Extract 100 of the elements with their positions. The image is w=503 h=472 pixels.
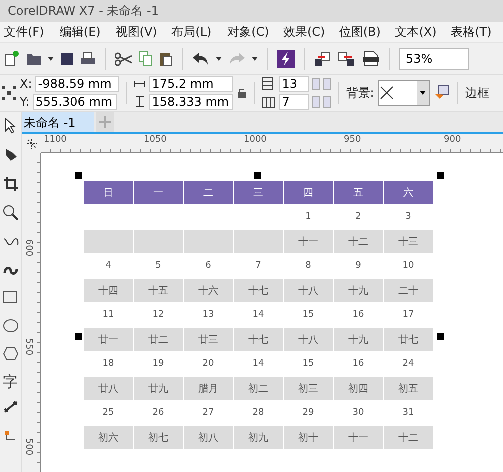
lunar-date-cell: 初五 <box>384 377 433 400</box>
lunar-date-cell: 十九 <box>334 328 383 351</box>
lunar-date-cell: 十八 <box>284 279 333 302</box>
selection-handle[interactable] <box>75 172 82 179</box>
pdf-icon[interactable] <box>362 50 380 66</box>
lunar-date-cell: 十三 <box>384 230 433 253</box>
x-position-field[interactable]: -988.59 mm <box>35 76 120 92</box>
text-tool[interactable]: 字 <box>3 374 18 390</box>
fill-dialog-icon[interactable] <box>434 85 450 101</box>
pointer-icon[interactable] <box>4 118 18 134</box>
scissors-icon[interactable] <box>115 52 133 66</box>
lunar-date-cell: 十七 <box>234 279 283 302</box>
date-number: 12 <box>152 310 164 320</box>
weekday-header-cell: 五 <box>334 181 383 204</box>
lunar-date-cell: 十一 <box>334 426 383 449</box>
width-icon[interactable] <box>134 79 146 89</box>
date-number: 17 <box>402 310 414 320</box>
ruler-origin-icon[interactable] <box>26 138 38 150</box>
menu-item[interactable]: 表格(T) <box>447 24 503 40</box>
document-tab[interactable]: 未命名 -1 <box>22 112 94 132</box>
export-icon[interactable] <box>338 50 356 66</box>
menu-item[interactable]: 对象(C) <box>224 24 280 40</box>
lunar-date-cell: 十四 <box>84 279 133 302</box>
y-label: Y: <box>20 95 30 109</box>
ruler-label: 600 <box>24 239 34 257</box>
hexagon-icon[interactable] <box>2 347 18 361</box>
caret-icon[interactable] <box>216 56 222 60</box>
lunar-date-cell: 初六 <box>84 426 133 449</box>
background-label: 背景: <box>346 84 374 102</box>
date-number: 30 <box>352 408 364 418</box>
copy-icon[interactable] <box>139 50 153 66</box>
date-number: 4 <box>106 261 112 271</box>
no-fill-icon <box>379 85 396 101</box>
menu-item[interactable]: 位图(B) <box>335 24 392 40</box>
y-position-field[interactable]: 555.306 mm <box>32 94 117 110</box>
columns-icon[interactable] <box>262 95 276 109</box>
menu-item[interactable]: 文件(F) <box>0 24 56 40</box>
selection-handle[interactable] <box>437 172 444 179</box>
date-number: 29 <box>302 408 314 418</box>
paste-icon[interactable] <box>159 50 173 66</box>
height-icon[interactable] <box>134 96 146 108</box>
lunar-date-cell: 廿七 <box>384 328 433 351</box>
date-number: 16 <box>352 310 364 320</box>
weekday-header-cell: 三 <box>234 181 283 204</box>
lunar-date-cell: 十二 <box>334 230 383 253</box>
lunar-date-cell: 十二 <box>384 426 433 449</box>
rectangle-icon[interactable] <box>2 291 18 305</box>
lunar-date-cell: 十一 <box>284 230 333 253</box>
menu-item[interactable]: 效果(C) <box>279 24 336 40</box>
save-icon[interactable] <box>60 52 74 66</box>
lunar-date-cell: 初八 <box>184 426 233 449</box>
height-field[interactable]: 158.333 mm <box>149 94 234 110</box>
lock-icon[interactable] <box>237 88 248 98</box>
new-document-icon[interactable] <box>4 50 20 66</box>
ruler-label: 550 <box>24 338 34 356</box>
import-icon[interactable] <box>314 50 332 66</box>
border-label: 边框 <box>465 84 490 102</box>
date-number: 10 <box>402 261 414 271</box>
lunar-date-cell: 腊月 <box>184 377 233 400</box>
undo-icon[interactable] <box>192 52 210 66</box>
lunar-date-cell: 十五 <box>134 279 183 302</box>
date-number: 5 <box>156 261 162 271</box>
caret-icon[interactable] <box>252 56 258 60</box>
menu-item[interactable]: 视图(V) <box>112 24 168 40</box>
connector-icon[interactable] <box>4 430 18 442</box>
lunar-date-cell: 廿三 <box>184 328 233 351</box>
menu-item[interactable]: 编辑(E) <box>56 24 112 40</box>
date-number: 15 <box>302 359 314 369</box>
selection-handle[interactable] <box>75 333 82 340</box>
menu-item[interactable]: 文本(X) <box>391 24 448 40</box>
lightning-logo-icon[interactable] <box>277 50 295 68</box>
lunar-date-cell: 初三 <box>284 377 333 400</box>
weekday-header-cell: 二 <box>184 181 233 204</box>
dimension-icon[interactable] <box>2 400 18 414</box>
date-number: 18 <box>102 359 114 369</box>
date-number: 9 <box>356 261 362 271</box>
menu-item[interactable]: 布局(L) <box>168 24 224 40</box>
selection-handle[interactable] <box>254 172 261 179</box>
rows-field[interactable]: 13 <box>279 76 310 92</box>
ellipse-icon[interactable] <box>2 319 18 333</box>
caret-icon[interactable] <box>48 56 54 60</box>
selection-handle[interactable] <box>437 333 444 340</box>
ruler-label: 500 <box>24 438 34 456</box>
date-number: 11 <box>102 310 114 320</box>
background-dropdown[interactable] <box>378 80 430 106</box>
width-field[interactable]: 175.2 mm <box>149 76 234 92</box>
crop-icon[interactable] <box>2 176 18 192</box>
zoom-icon[interactable] <box>2 205 18 221</box>
columns-field[interactable]: 7 <box>279 94 310 110</box>
date-number: 8 <box>306 261 312 271</box>
print-icon[interactable] <box>80 52 96 66</box>
lunar-date-cell: 廿九 <box>134 377 183 400</box>
zoom-level-field[interactable]: 53% <box>399 48 469 70</box>
weekday-header-cell: 一 <box>134 181 183 204</box>
lunar-date-cell: 廿二 <box>134 328 183 351</box>
rows-icon[interactable] <box>262 77 276 91</box>
lunar-date-cell: 初二 <box>234 377 283 400</box>
object-origin-icon[interactable] <box>2 86 16 100</box>
folder-icon[interactable] <box>26 52 42 66</box>
lunar-date-cell: 初七 <box>134 426 183 449</box>
